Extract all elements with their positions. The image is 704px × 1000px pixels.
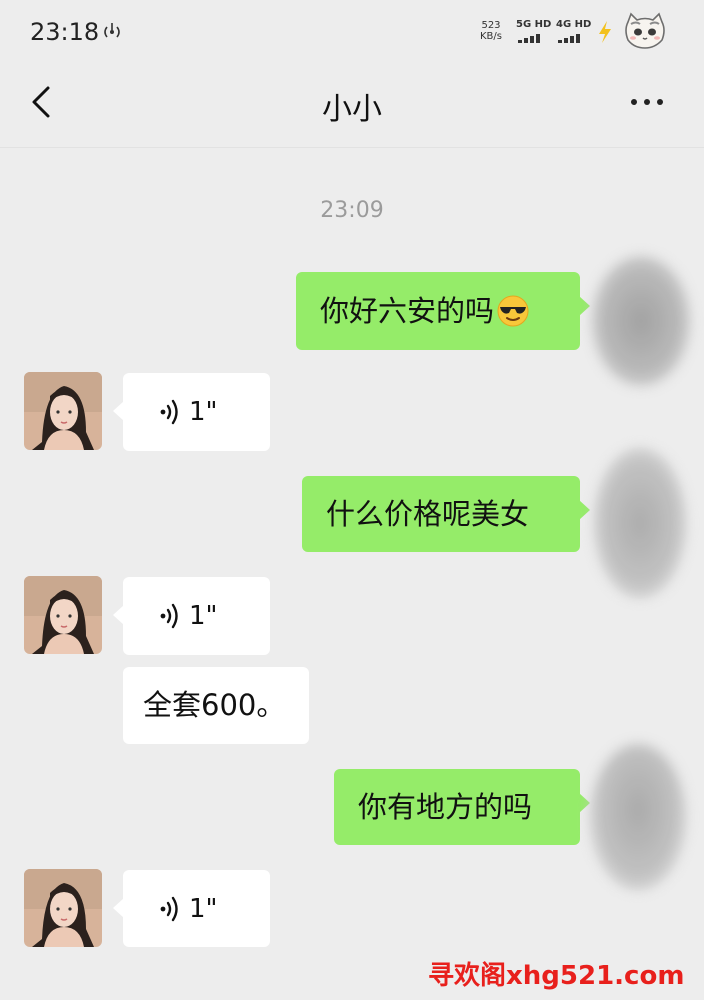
- voice-duration: 1": [189, 397, 218, 427]
- voice-duration: 1": [189, 601, 218, 631]
- voice-message-bubble[interactable]: 1": [113, 870, 270, 947]
- network-5g-label: 5G HD: [516, 19, 552, 30]
- network-speed: 523 KB/s: [480, 20, 502, 42]
- outgoing-message-bubble[interactable]: 什么价格呢美女: [302, 476, 590, 552]
- smiling-face-with-sunglasses-icon: [497, 295, 529, 327]
- message-text: 你好六安的吗: [320, 293, 495, 328]
- message-text: 全套600。: [143, 688, 286, 722]
- message-text: 什么价格呢美女: [326, 496, 530, 531]
- my-avatar[interactable]: [594, 448, 686, 598]
- contact-avatar-photo: [24, 372, 102, 450]
- status-bar: 23:18 523 KB/s 5G HD 4G HD: [0, 0, 704, 66]
- message-timestamp: 23:09: [320, 198, 384, 223]
- message-text: 你有地方的吗: [358, 789, 533, 824]
- chat-screen: 23:18 523 KB/s 5G HD 4G HD 小小 23:09 你好六安…: [0, 0, 704, 1000]
- more-options-icon[interactable]: [622, 84, 672, 120]
- battery-cat-icon: [625, 12, 665, 49]
- contact-avatar-photo: [24, 576, 102, 654]
- charging-icon: [599, 21, 611, 43]
- chat-title: 小小: [322, 92, 382, 127]
- incoming-message-bubble[interactable]: 全套600。: [123, 667, 309, 744]
- contact-avatar[interactable]: [24, 372, 102, 450]
- chat-header: 小小: [0, 66, 704, 148]
- voice-wave-icon: [160, 896, 178, 921]
- hotspot-icon: [104, 23, 120, 38]
- voice-wave-icon: [160, 399, 178, 425]
- outgoing-message-bubble[interactable]: 你好六安的吗: [296, 272, 590, 350]
- voice-wave-icon: [160, 603, 178, 629]
- my-avatar[interactable]: [590, 744, 686, 890]
- contact-avatar[interactable]: [24, 576, 102, 654]
- voice-message-bubble[interactable]: 1": [113, 373, 270, 451]
- my-avatar[interactable]: [592, 256, 690, 386]
- voice-duration: 1": [189, 893, 218, 924]
- status-time: 23:18: [30, 18, 100, 46]
- signal-bars-icon: [518, 33, 546, 43]
- signal-bars-icon: [558, 33, 586, 43]
- contact-avatar-photo: [24, 869, 102, 947]
- watermark: 寻欢阁xhg521.com: [428, 961, 685, 991]
- contact-avatar[interactable]: [24, 869, 102, 947]
- outgoing-message-bubble[interactable]: 你有地方的吗: [334, 769, 590, 845]
- network-4g-label: 4G HD: [556, 19, 592, 30]
- voice-message-bubble[interactable]: 1": [113, 577, 270, 655]
